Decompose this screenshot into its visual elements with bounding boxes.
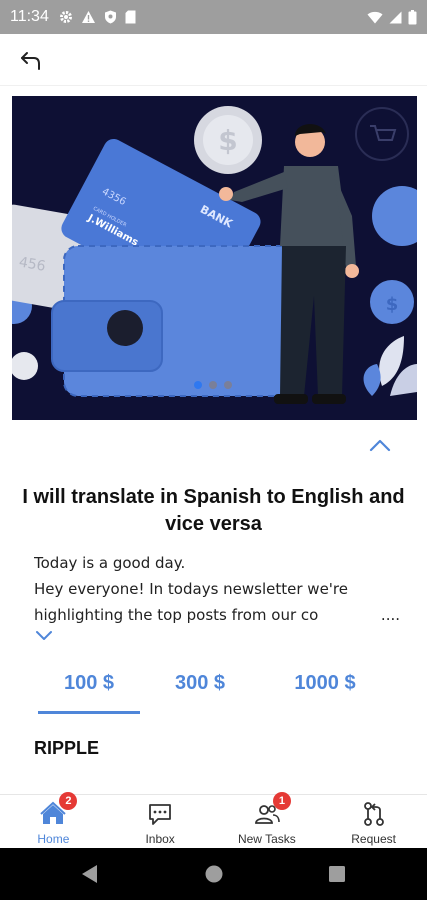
nav-item-request[interactable]: Request — [320, 795, 427, 848]
status-icons — [59, 10, 136, 24]
selected-price-indicator — [38, 711, 140, 714]
description-ellipsis: .... — [380, 606, 400, 624]
new-tasks-badge: 1 — [272, 792, 291, 810]
back-triangle-icon[interactable] — [81, 864, 99, 884]
shield-icon — [104, 10, 116, 24]
price-tab-premium[interactable]: 1000 $ — [280, 672, 370, 695]
status-time: 11:34 — [10, 8, 49, 25]
svg-text:$: $ — [386, 294, 399, 315]
chat-icon — [146, 800, 174, 828]
signal-icon — [389, 11, 402, 23]
app-bar — [0, 34, 427, 86]
back-button[interactable] — [14, 44, 48, 78]
section-label: RIPPLE — [34, 738, 100, 758]
gear-icon — [59, 11, 72, 23]
chevron-up-icon — [369, 439, 391, 452]
gig-description: Today is a good day. Hey everyone! In to… — [34, 550, 400, 628]
price-tab-basic[interactable]: 100 $ — [38, 672, 140, 695]
battery-icon — [408, 9, 417, 24]
status-bar: 11:34 — [0, 0, 427, 34]
nav-item-label: Home — [37, 832, 70, 846]
recents-square-icon[interactable] — [328, 864, 346, 884]
system-navigation-bar — [0, 848, 427, 900]
description-line: Hey everyone! In todays newsletter we're — [34, 580, 348, 598]
gig-title: I will translate in Spanish to English a… — [22, 486, 405, 535]
home-circle-icon[interactable] — [204, 864, 224, 884]
pull-request-icon — [360, 800, 388, 828]
back-arrow-icon — [21, 52, 40, 70]
wallet-illustration: $ $ 456 BANK 4356 CARD HOLDER J.Williams — [12, 106, 417, 404]
home-badge: 2 — [59, 792, 78, 810]
description-line: highlighting the top posts from our co .… — [34, 602, 400, 628]
svg-text:$: $ — [218, 124, 237, 157]
expand-description-button[interactable] — [34, 626, 54, 644]
chevron-down-icon — [36, 631, 52, 640]
carousel-indicator — [194, 381, 232, 389]
warning-icon — [81, 11, 95, 23]
description-line: Today is a good day. — [34, 554, 186, 572]
carousel-dot[interactable] — [224, 381, 232, 389]
nav-item-home[interactable]: 2 Home — [0, 792, 107, 848]
price-tab-standard[interactable]: 300 $ — [162, 672, 238, 695]
description-line-text: highlighting the top posts from our co — [34, 606, 319, 624]
collapse-button[interactable] — [367, 432, 393, 458]
image-carousel[interactable]: $ $ 456 BANK 4356 CARD HOLDER J.Williams — [12, 96, 417, 420]
sd-card-icon — [125, 10, 136, 24]
nav-item-label: Inbox — [145, 832, 175, 846]
carousel-dot[interactable] — [209, 381, 217, 389]
status-right-icons — [367, 9, 417, 25]
bottom-navigation: 2 Home Inbox 1 New Tasks Request — [0, 792, 427, 848]
users-icon: 1 — [253, 792, 291, 828]
nav-item-inbox[interactable]: Inbox — [107, 795, 214, 848]
carousel-dot[interactable] — [194, 381, 202, 389]
nav-item-label: New Tasks — [237, 832, 296, 846]
nav-item-new-tasks[interactable]: 1 New Tasks — [214, 792, 321, 848]
home-icon: 2 — [39, 792, 78, 828]
nav-item-label: Request — [351, 832, 396, 846]
price-tabs: 100 $ 300 $ 1000 $ — [0, 672, 427, 716]
wifi-icon — [367, 11, 383, 23]
